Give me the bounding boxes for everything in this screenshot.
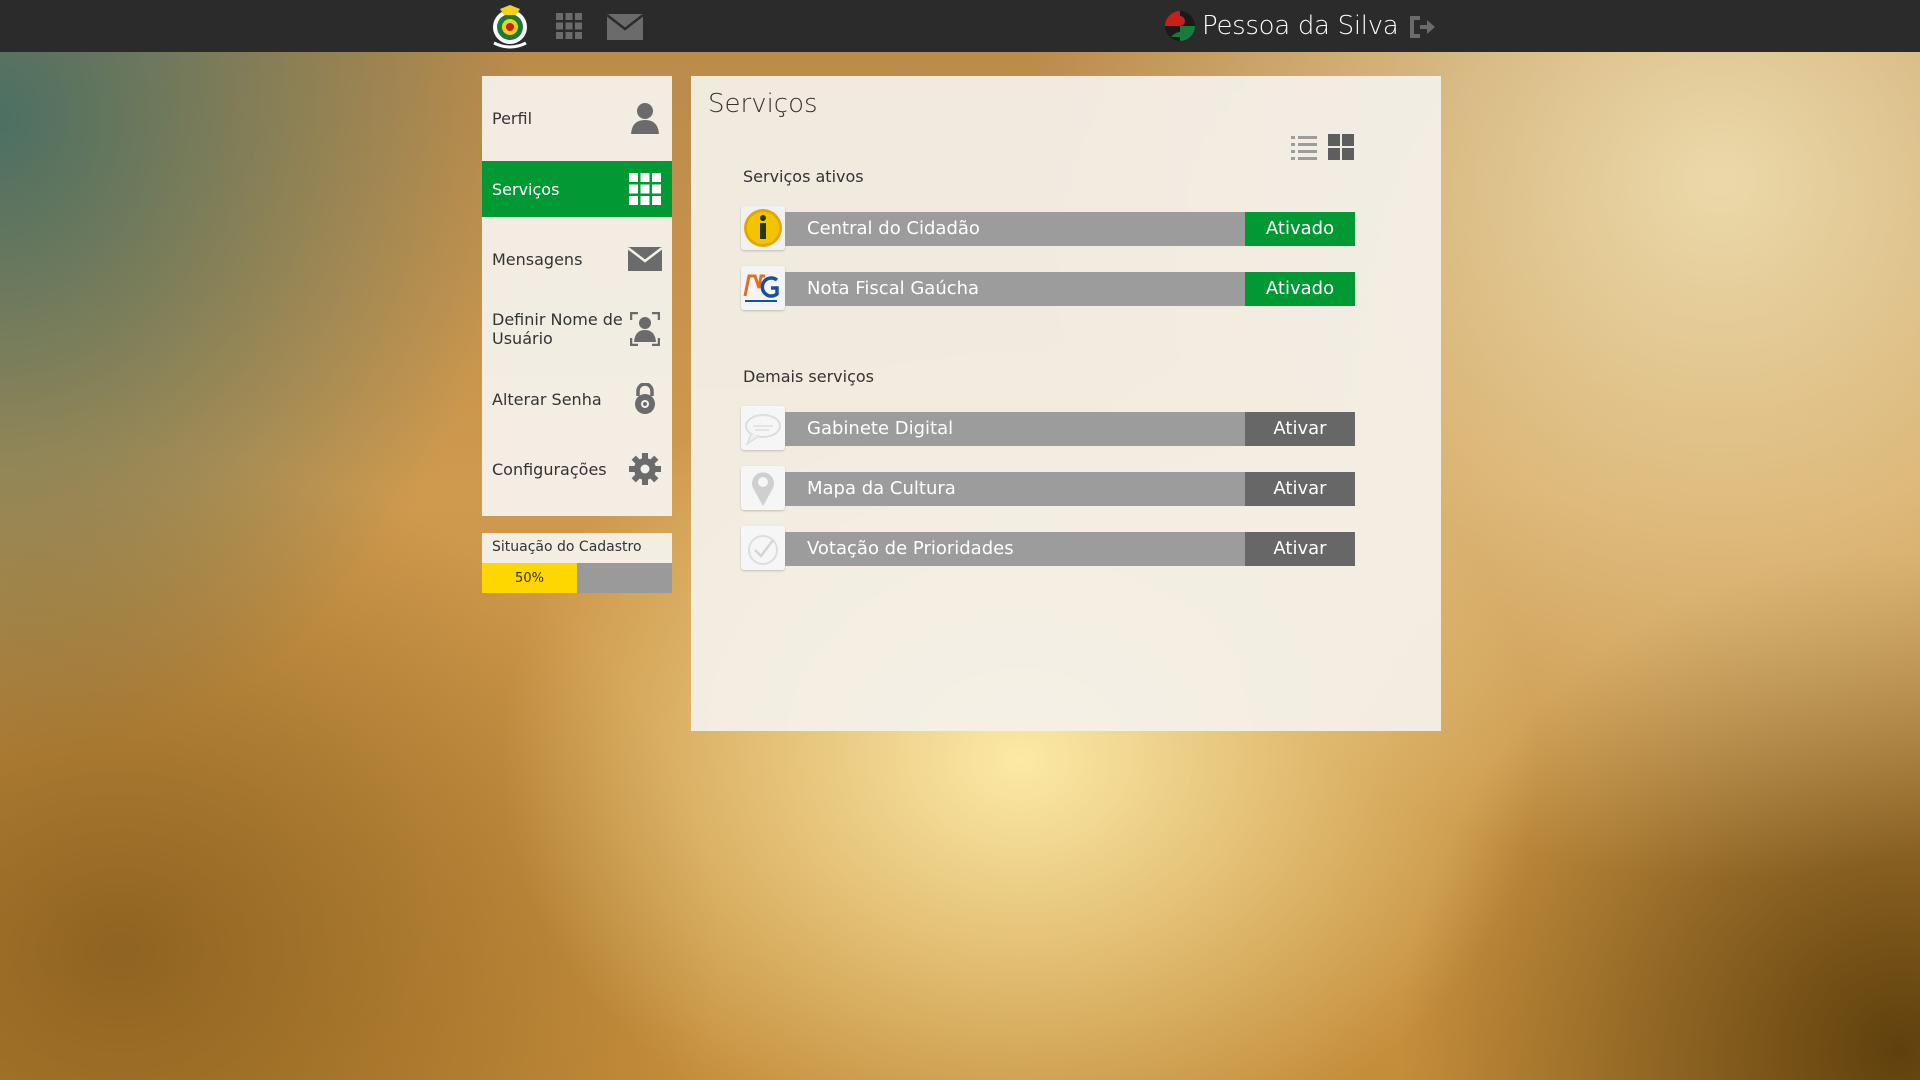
cadastro-status: Situação do Cadastro 50%: [482, 533, 672, 593]
sidebar-item-label: Alterar Senha: [492, 389, 602, 409]
user-name: Pessoa da Silva: [1202, 11, 1399, 41]
user-frame-icon: [629, 312, 662, 346]
logout-icon[interactable]: [1408, 14, 1436, 40]
sidebar-item-perfil[interactable]: Perfil: [482, 90, 672, 146]
service-row: Nota Fiscal Gaúcha Ativado: [741, 266, 1355, 310]
list-view-icon[interactable]: [1291, 134, 1317, 160]
sidebar-item-label: Serviços: [492, 179, 560, 199]
sidebar: Perfil Serviços Mensagens Definir Nome d…: [482, 76, 672, 516]
page-title: Serviços: [708, 89, 818, 119]
active-services-heading: Serviços ativos: [743, 167, 864, 186]
envelope-icon: [628, 242, 662, 276]
sidebar-item-label: Configurações: [492, 459, 607, 479]
service-name[interactable]: Votação de Prioridades: [785, 532, 1245, 566]
other-services-heading: Demais serviços: [743, 367, 875, 386]
vote-icon: [741, 526, 785, 570]
sidebar-item-servicos[interactable]: Serviços: [482, 161, 672, 217]
service-row: Central do Cidadão Ativado: [741, 206, 1355, 250]
service-name[interactable]: Central do Cidadão: [785, 212, 1245, 246]
map-pin-icon: [741, 466, 785, 510]
nfg-logo-icon: [741, 266, 785, 310]
sidebar-item-configuracoes[interactable]: Configurações: [482, 441, 672, 497]
service-name[interactable]: Nota Fiscal Gaúcha: [785, 272, 1245, 306]
avatar: [1165, 11, 1195, 41]
apps-grid-icon[interactable]: [556, 13, 582, 39]
coat-of-arms-logo[interactable]: [488, 3, 532, 49]
grid-view-icon[interactable]: [1328, 134, 1354, 160]
info-icon: [741, 206, 785, 250]
mail-icon[interactable]: [607, 14, 643, 40]
service-row: Gabinete Digital Ativar: [741, 406, 1355, 450]
sidebar-item-label: Mensagens: [492, 249, 583, 269]
user-menu[interactable]: Pessoa da Silva: [1164, 8, 1399, 44]
sidebar-item-alterar-senha[interactable]: Alterar Senha: [482, 371, 672, 427]
cadastro-progress-fill: 50%: [482, 563, 577, 593]
lock-icon: [629, 382, 662, 416]
service-status-button[interactable]: Ativar: [1245, 472, 1355, 506]
service-status-button[interactable]: Ativado: [1245, 212, 1355, 246]
sidebar-item-mensagens[interactable]: Mensagens: [482, 231, 672, 287]
chat-bubble-icon: [741, 406, 785, 450]
grid-icon: [629, 172, 662, 206]
top-bar: Pessoa da Silva: [0, 0, 1920, 52]
sidebar-item-label: Definir Nome de Usuário: [492, 310, 623, 348]
user-icon: [629, 101, 662, 135]
sidebar-item-definir-nome[interactable]: Definir Nome de Usuário: [482, 301, 672, 357]
services-panel: Serviços Serviços ativos Central do Cida…: [691, 76, 1441, 731]
service-status-button[interactable]: Ativar: [1245, 412, 1355, 446]
service-row: Votação de Prioridades Ativar: [741, 526, 1355, 570]
service-row: Mapa da Cultura Ativar: [741, 466, 1355, 510]
service-status-button[interactable]: Ativar: [1245, 532, 1355, 566]
sidebar-item-label: Perfil: [492, 108, 533, 128]
cadastro-title: Situação do Cadastro: [482, 533, 672, 563]
cadastro-progress-bar: 50%: [482, 563, 672, 593]
service-name[interactable]: Mapa da Cultura: [785, 472, 1245, 506]
service-status-button[interactable]: Ativado: [1245, 272, 1355, 306]
service-name[interactable]: Gabinete Digital: [785, 412, 1245, 446]
gear-icon: [629, 452, 662, 486]
